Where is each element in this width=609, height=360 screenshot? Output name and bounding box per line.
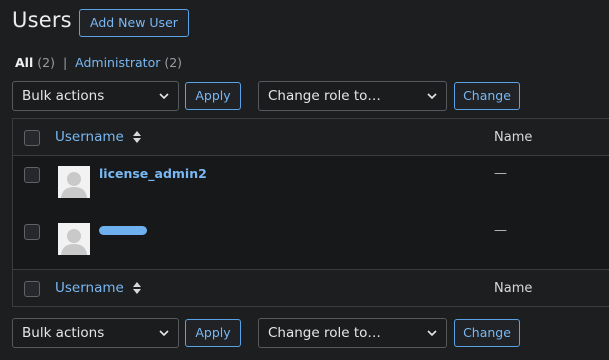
chevron-down-icon — [427, 330, 437, 337]
username-column-header[interactable]: Username — [55, 129, 142, 145]
filter-all-link[interactable]: All — [15, 55, 33, 70]
sort-icon — [133, 131, 142, 143]
default-avatar-icon — [58, 166, 90, 198]
filter-administrator-link[interactable]: Administrator — [75, 55, 160, 70]
name-column-footer: Name — [494, 281, 533, 296]
select-all-checkbox-footer[interactable] — [24, 281, 40, 297]
change-role-select-top[interactable]: Change role to… — [258, 81, 447, 111]
chevron-down-icon — [159, 330, 169, 337]
filter-separator: | — [62, 55, 68, 70]
name-cell: — — [494, 223, 507, 238]
users-page: Users Add New User All (2) | Administrat… — [0, 0, 609, 360]
change-button-top[interactable]: Change — [454, 82, 520, 110]
username-column-footer[interactable]: Username — [55, 280, 142, 296]
filter-all-count: (2) — [37, 55, 55, 70]
table-row: — — [13, 213, 609, 270]
row-checkbox[interactable] — [24, 167, 40, 183]
avatar — [58, 223, 90, 255]
role-filters: All (2) | Administrator (2) — [15, 55, 182, 70]
username-column-label: Username — [55, 129, 124, 145]
default-avatar-icon — [58, 223, 90, 255]
row-checkbox[interactable] — [24, 224, 40, 240]
users-table: Username Name license_admin2 — — Usernam… — [12, 118, 609, 307]
select-all-checkbox[interactable] — [24, 130, 40, 146]
change-role-value: Change role to… — [268, 325, 381, 341]
change-role-select-bottom[interactable]: Change role to… — [258, 318, 447, 348]
filter-administrator-count: (2) — [164, 55, 183, 70]
name-cell: — — [494, 166, 507, 181]
bulk-actions-select-bottom[interactable]: Bulk actions — [12, 318, 179, 348]
table-footer: Username Name — [13, 269, 609, 306]
bulk-actions-value: Bulk actions — [22, 325, 105, 341]
username-link[interactable]: license_admin2 — [99, 166, 207, 181]
table-header: Username Name — [13, 119, 609, 156]
change-button-bottom[interactable]: Change — [454, 319, 520, 347]
change-role-value: Change role to… — [268, 88, 381, 104]
redacted-username-link[interactable] — [99, 226, 147, 235]
chevron-down-icon — [159, 93, 169, 100]
bulk-actions-value: Bulk actions — [22, 88, 105, 104]
chevron-down-icon — [427, 93, 437, 100]
apply-button-top[interactable]: Apply — [185, 82, 241, 110]
page-title: Users — [12, 8, 72, 32]
bulk-actions-select-top[interactable]: Bulk actions — [12, 81, 179, 111]
name-column-header: Name — [494, 130, 533, 145]
add-new-user-button[interactable]: Add New User — [79, 9, 189, 37]
username-column-label: Username — [55, 280, 124, 296]
apply-button-bottom[interactable]: Apply — [185, 319, 241, 347]
table-row: license_admin2 — — [13, 156, 609, 213]
sort-icon — [133, 282, 142, 294]
avatar — [58, 166, 90, 198]
